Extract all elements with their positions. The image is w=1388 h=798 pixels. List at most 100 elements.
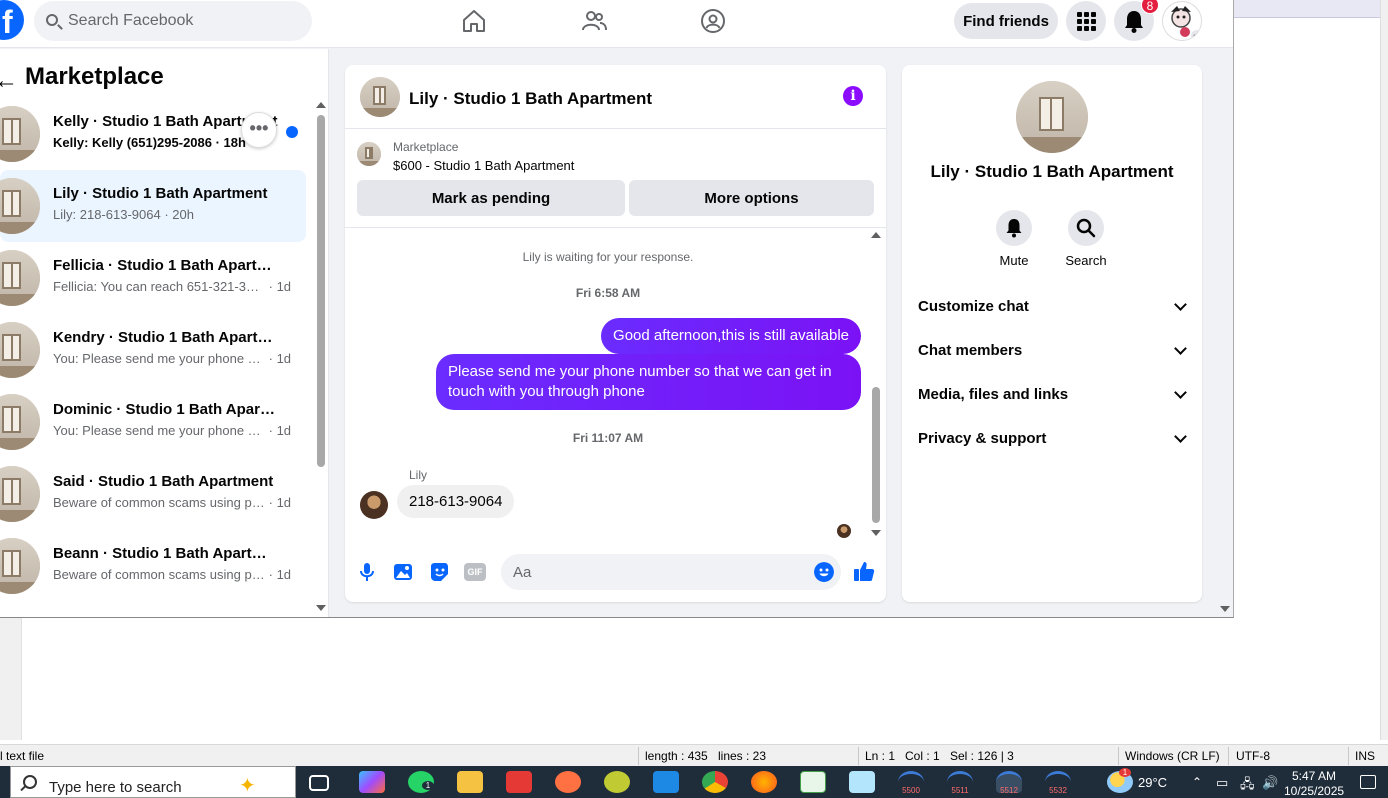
chat-title[interactable]: Lily · Studio 1 Bath Apartment	[409, 89, 652, 109]
vm-connection-icon[interactable]: 5512	[996, 771, 1022, 795]
like-icon[interactable]	[852, 559, 876, 583]
home-icon[interactable]	[461, 8, 487, 34]
chat-scroll-down-icon[interactable]	[871, 530, 881, 536]
listing-thumbnail	[0, 106, 40, 162]
chevron-down-icon	[1174, 430, 1187, 443]
more-options-button[interactable]: More options	[629, 180, 874, 216]
temperature[interactable]: 29°C	[1138, 775, 1167, 790]
mark-as-pending-button[interactable]: Mark as pending	[357, 180, 625, 216]
search-icon	[23, 775, 37, 789]
groups-icon[interactable]	[700, 8, 726, 34]
line-indicator: Ln : 1	[865, 749, 896, 763]
weather-icon[interactable]: 1	[1107, 768, 1133, 793]
microphone-icon[interactable]	[356, 561, 378, 583]
friends-icon[interactable]	[581, 8, 607, 34]
conversation-row[interactable]: Dominic · Studio 1 Bath Apartm... You: Pl…	[0, 386, 306, 458]
facebook-search[interactable]	[34, 1, 312, 41]
sidebar-scroll-thumb[interactable]	[317, 115, 325, 467]
gif-icon[interactable]: GIF	[464, 563, 486, 581]
photo-icon[interactable]	[392, 561, 414, 583]
conversation-more-button[interactable]: •••	[241, 112, 277, 148]
page-scroll-down-icon[interactable]	[1220, 606, 1230, 612]
waiting-notice: Lily is waiting for your response.	[522, 250, 694, 264]
conversation-row[interactable]: Kendry · Studio 1 Bath Apartment You: Ple…	[0, 314, 306, 386]
chrome-icon[interactable]	[702, 771, 728, 793]
search-icon	[1076, 218, 1096, 238]
volume-icon[interactable]: 🔊	[1262, 775, 1278, 791]
back-arrow-icon[interactable]: ←	[0, 67, 18, 95]
seen-receipt-avatar	[837, 524, 851, 538]
taskbar-clock[interactable]: 5:47 AM 10/25/2025	[1284, 769, 1344, 798]
task-view-icon[interactable]	[309, 775, 329, 791]
info-section-row[interactable]: Customize chat	[918, 289, 1187, 325]
copilot-app-icon[interactable]	[359, 771, 385, 793]
firefox-icon[interactable]	[751, 771, 777, 793]
chat-scroll-up-icon[interactable]	[871, 232, 881, 238]
clock-date: 10/25/2025	[1284, 784, 1345, 798]
info-icon[interactable]: i	[843, 86, 863, 106]
info-section-row[interactable]: Media, files and links	[918, 377, 1187, 413]
vm-connection-icon[interactable]: 5500	[898, 771, 924, 795]
facebook-logo[interactable]: f	[0, 0, 24, 40]
message-input[interactable]	[501, 554, 841, 590]
conversation-row[interactable]: Lily · Studio 1 Bath Apartment Lily: 218-…	[0, 170, 306, 242]
scroll-up-arrow-icon[interactable]	[316, 102, 326, 108]
scroll-down-arrow-icon[interactable]	[316, 605, 326, 611]
paint-app-icon[interactable]	[555, 771, 581, 793]
sticker-icon[interactable]	[428, 561, 450, 583]
notepad-plus-icon[interactable]	[800, 771, 826, 793]
conversation-row[interactable]: Kelly · Studio 1 Bath Apartment Kelly: Ke…	[0, 98, 306, 170]
chat-header: Lily · Studio 1 Bath Apartment i	[345, 65, 886, 129]
apps-menu-button[interactable]	[1066, 1, 1106, 41]
listing-small-thumbnail[interactable]	[357, 142, 381, 166]
battery-icon[interactable]: ▭	[1216, 775, 1228, 791]
listing-thumbnail[interactable]	[360, 77, 400, 117]
search-in-conversation-button[interactable]: Search	[1056, 210, 1116, 268]
unread-indicator	[286, 126, 298, 138]
notepad-icon[interactable]	[849, 771, 875, 793]
mute-button[interactable]: Mute	[984, 210, 1044, 268]
chat-scroll-thumb[interactable]	[872, 387, 880, 523]
bitwarden-icon[interactable]	[653, 771, 679, 793]
info-section-row[interactable]: Privacy & support	[918, 421, 1187, 457]
conversation-row[interactable]: Fellicia · Studio 1 Bath Apartment Fellic…	[0, 242, 306, 314]
listing-thumbnail	[0, 322, 40, 378]
avatar-image	[1171, 6, 1201, 40]
incoming-message[interactable]: 218-613-9064	[397, 485, 515, 518]
vm-connection-icon[interactable]: 5532	[1045, 771, 1071, 795]
conversation-snippet: You: Please send me your phone n... · 1d	[53, 423, 292, 438]
network-icon[interactable]: 🖧	[1240, 775, 1255, 797]
vm-label: 5500	[902, 786, 920, 795]
xmind-icon[interactable]	[604, 771, 630, 793]
conversation-time: 1d	[276, 279, 292, 294]
emoji-icon[interactable]	[814, 562, 834, 582]
editor-gutter	[0, 618, 22, 740]
conversation-name: Kendry · Studio 1 Bath Apartment	[53, 329, 279, 346]
conversation-row[interactable]: Said · Studio 1 Bath Apartment Beware of …	[0, 458, 306, 530]
conversation-row[interactable]: Beann · Studio 1 Bath Apartment Beware of…	[0, 530, 306, 602]
conversation-snippet: You: Please send me your phone n... · 1d	[53, 351, 292, 366]
anydesk-icon[interactable]	[506, 771, 532, 793]
show-hidden-icons-chevron-icon[interactable]: ⌃	[1192, 775, 1202, 789]
selection-indicator: Sel : 126 | 3	[950, 749, 1014, 763]
facebook-search-input[interactable]	[68, 9, 298, 33]
vm-connection-icon[interactable]: 5511	[947, 771, 973, 795]
profile-avatar[interactable]	[1162, 1, 1202, 41]
listing-large-thumbnail[interactable]	[1016, 81, 1088, 153]
notification-center-icon[interactable]	[1360, 775, 1376, 789]
taskbar-search[interactable]: Type here to search ✦	[10, 766, 296, 798]
editor-tab-strip	[1234, 0, 1380, 18]
lines-indicator: lines : 23	[718, 749, 767, 763]
sender-avatar[interactable]	[360, 491, 388, 519]
outgoing-message[interactable]: Please send me your phone number so that…	[436, 354, 861, 410]
info-section-label: Customize chat	[918, 298, 1029, 315]
editor-scrollbar[interactable]	[1380, 0, 1388, 740]
file-explorer-icon[interactable]	[457, 771, 483, 793]
whatsapp-icon[interactable]: 1	[408, 771, 434, 793]
find-friends-button[interactable]: Find friends	[954, 3, 1058, 39]
listing-price[interactable]: $600 - Studio 1 Bath Apartment	[393, 158, 574, 173]
outgoing-message[interactable]: Good afternoon,this is still available	[601, 318, 861, 354]
listing-thumbnail	[0, 394, 40, 450]
eol-indicator: Windows (CR LF)	[1125, 749, 1220, 763]
info-section-row[interactable]: Chat members	[918, 333, 1187, 369]
